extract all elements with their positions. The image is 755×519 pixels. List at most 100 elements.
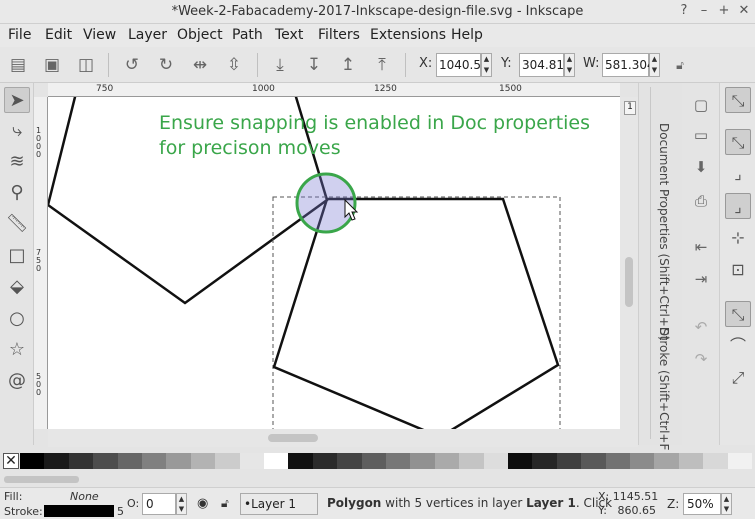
menu-extensions[interactable]: Extensions — [370, 27, 446, 43]
node-icon[interactable]: ⤷ — [4, 118, 30, 144]
ellipse-icon[interactable]: ○ — [4, 306, 30, 332]
menu-object[interactable]: Object — [177, 27, 223, 43]
palette-swatch[interactable] — [264, 453, 289, 469]
horizontal-scroll-thumb[interactable] — [268, 434, 318, 442]
selector-icon[interactable]: ➤ — [4, 87, 30, 113]
palette-swatch[interactable] — [508, 453, 533, 469]
palette-swatch[interactable] — [312, 453, 338, 469]
opacity-field[interactable]: 0 — [142, 493, 176, 515]
palette-swatch[interactable] — [215, 453, 241, 469]
snap-enable-icon[interactable]: ⤡ — [725, 87, 751, 113]
menu-view[interactable]: View — [83, 27, 116, 43]
help-icon[interactable]: ? — [676, 3, 692, 18]
palette-swatch[interactable] — [532, 453, 558, 469]
spiral-icon[interactable]: @ — [4, 368, 30, 394]
y-field[interactable]: 304.817 — [519, 53, 572, 77]
flip-horizontal-icon[interactable]: ⇹ — [188, 53, 212, 77]
palette-swatch[interactable] — [142, 453, 167, 469]
close-button[interactable]: ✕ — [736, 3, 752, 18]
measure-icon[interactable]: 📏︎ — [4, 211, 30, 237]
star-icon[interactable]: ☆ — [4, 337, 30, 363]
save-icon[interactable]: ⬇ — [689, 155, 713, 179]
visibility-icon[interactable]: ◉ — [197, 496, 208, 511]
palette-swatch[interactable] — [703, 453, 729, 469]
fill-value[interactable]: None — [70, 490, 99, 503]
palette-swatch[interactable] — [386, 453, 411, 469]
menu-layer[interactable]: Layer — [128, 27, 167, 43]
palette-swatch[interactable] — [727, 453, 753, 469]
layer-lock-icon[interactable]: 🔓︎ — [221, 496, 229, 511]
3d-box-icon[interactable]: ⬙ — [4, 274, 30, 300]
palette-swatch[interactable] — [68, 453, 94, 469]
palette-swatch[interactable] — [337, 453, 363, 469]
x-spinner[interactable]: ▲ ▼ — [481, 53, 492, 77]
palette-swatch[interactable] — [459, 453, 485, 469]
x-field[interactable]: 1040.56 — [436, 53, 489, 77]
stroke-swatch[interactable] — [44, 505, 114, 517]
zoom-icon[interactable]: ⚲ — [4, 180, 30, 206]
lock-icon[interactable]: 🔓︎ — [668, 53, 692, 77]
palette-swatch[interactable] — [20, 453, 45, 469]
w-spinner[interactable]: ▲ ▼ — [649, 53, 660, 77]
lower-to-bottom-icon[interactable]: ⤓ — [268, 53, 292, 77]
menu-help[interactable]: Help — [451, 27, 483, 43]
y-spinner[interactable]: ▲ ▼ — [564, 53, 575, 77]
vertical-scrollbar[interactable]: 1 — [620, 97, 638, 429]
palette-swatch[interactable] — [361, 453, 387, 469]
open-icon[interactable]: ▭ — [689, 123, 713, 147]
rotate-cw-icon[interactable]: ↻ — [154, 53, 178, 77]
lower-icon[interactable]: ↧ — [302, 53, 326, 77]
palette-swatch[interactable] — [288, 453, 314, 469]
palette-swatch[interactable] — [166, 453, 192, 469]
document-icon[interactable]: ▤ — [6, 53, 30, 77]
zoom-field[interactable]: 50% — [683, 493, 721, 515]
no-paint-swatch[interactable]: ✕ — [3, 453, 19, 469]
layer-selector[interactable]: •Layer 1 — [240, 493, 318, 515]
minimize-button[interactable]: – — [696, 3, 712, 18]
snap-bbox-corner-icon[interactable]: ⌟ — [725, 193, 751, 219]
tweak-icon[interactable]: ≋ — [4, 149, 30, 175]
import-icon[interactable]: ⇤ — [689, 235, 713, 259]
palette-swatch[interactable] — [654, 453, 680, 469]
redo-icon[interactable]: ↷ — [689, 347, 713, 371]
menu-text[interactable]: Text — [275, 27, 303, 43]
zoom-spinner[interactable]: ▲ ▼ — [721, 493, 732, 515]
raise-to-top-icon[interactable]: ⤒ — [370, 53, 394, 77]
snap-bbox-edge-icon[interactable]: ⌟ — [725, 161, 751, 187]
vertical-scroll-thumb[interactable] — [625, 257, 633, 307]
snap-path-icon[interactable]: ⌒ — [725, 333, 751, 359]
snap-bbox-icon[interactable]: ⤡ — [725, 129, 751, 155]
menu-filters[interactable]: Filters — [318, 27, 360, 43]
rotate-ccw-icon[interactable]: ↺ — [120, 53, 144, 77]
palette-swatch[interactable] — [44, 453, 70, 469]
rectangle-icon[interactable]: □ — [4, 243, 30, 269]
menu-file[interactable]: File — [8, 27, 31, 43]
palette-swatch[interactable] — [117, 453, 143, 469]
maximize-button[interactable]: + — [716, 3, 732, 18]
stroke-tab[interactable]: Stroke (Shift+Ctrl+F) — [657, 328, 671, 455]
menu-path[interactable]: Path — [232, 27, 263, 43]
palette-swatch[interactable] — [581, 453, 607, 469]
snap-center-icon[interactable]: ⊡ — [725, 257, 751, 283]
palette-swatch[interactable] — [630, 453, 655, 469]
snap-cusp-icon[interactable]: ⤢ — [725, 365, 751, 391]
w-field[interactable]: 581.304 — [602, 53, 655, 77]
select-all-layers-icon[interactable]: ◫ — [74, 53, 98, 77]
export-icon[interactable]: ⇥ — [689, 267, 713, 291]
snap-nodes-icon[interactable]: ⤡ — [725, 301, 751, 327]
palette-swatch[interactable] — [410, 453, 436, 469]
dock-handle[interactable] — [641, 87, 651, 439]
select-all-icon[interactable]: ▣ — [40, 53, 64, 77]
palette-swatch[interactable] — [483, 453, 509, 469]
palette-swatch[interactable] — [434, 453, 460, 469]
drawing-canvas[interactable]: Ensure snapping is enabled in Doc proper… — [48, 97, 620, 429]
snap-bbox-mid-icon[interactable]: ⊹ — [725, 225, 751, 251]
flip-vertical-icon[interactable]: ⇳ — [222, 53, 246, 77]
stroke-width[interactable]: 5 — [117, 505, 124, 518]
opacity-spinner[interactable]: ▲ ▼ — [176, 493, 187, 515]
palette-swatch[interactable] — [239, 453, 265, 469]
palette-swatch[interactable] — [605, 453, 631, 469]
palette-swatch[interactable] — [556, 453, 582, 469]
palette-swatch[interactable] — [190, 453, 216, 469]
raise-icon[interactable]: ↥ — [336, 53, 360, 77]
